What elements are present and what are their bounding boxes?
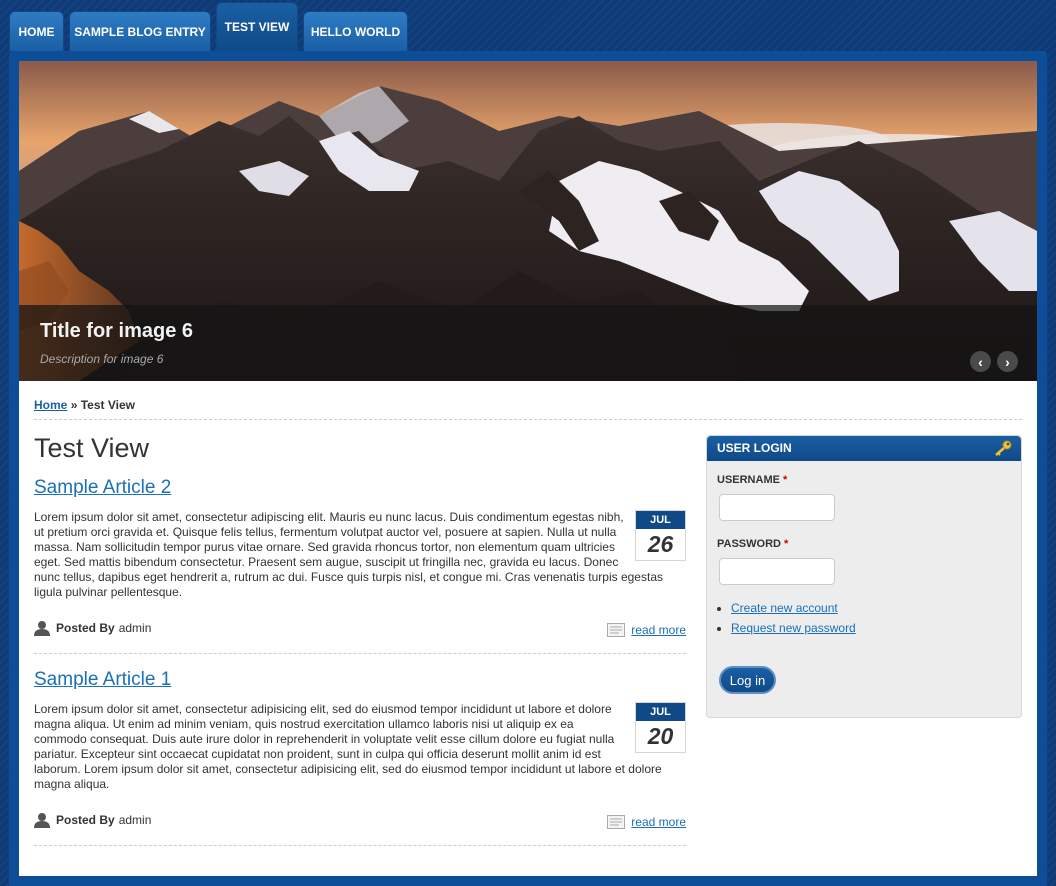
slide-title: Title for image 6 bbox=[40, 320, 194, 342]
login-button[interactable]: Log in bbox=[719, 666, 776, 694]
breadcrumb-separator: » bbox=[70, 398, 78, 412]
password-field[interactable] bbox=[719, 558, 835, 585]
document-icon bbox=[607, 623, 626, 637]
read-more-link[interactable]: read more bbox=[631, 623, 686, 637]
page-title: Test View bbox=[34, 433, 150, 463]
request-password-link[interactable]: Request new password bbox=[731, 621, 856, 635]
chevron-right-icon: › bbox=[1005, 353, 1010, 370]
date-month: JUL bbox=[636, 511, 685, 529]
read-more-link[interactable]: read more bbox=[631, 815, 686, 829]
date-badge: JUL 20 bbox=[635, 702, 686, 753]
tab-label: SAMPLE BLOG ENTRY bbox=[74, 24, 206, 39]
username-field[interactable] bbox=[719, 494, 835, 521]
key-icon bbox=[995, 440, 1012, 456]
tab-label: HOME bbox=[18, 24, 55, 39]
posted-by-label: Posted By bbox=[56, 813, 115, 827]
tab-label: TEST VIEW bbox=[224, 20, 290, 34]
list-item: Request new password bbox=[731, 621, 856, 635]
password-label: PASSWORD * bbox=[717, 538, 788, 550]
article-body: JUL 20 Lorem ipsum dolor sit amet, conse… bbox=[34, 702, 686, 792]
slideshow: Title for image 6 Description for image … bbox=[19, 61, 1037, 381]
date-badge: JUL 26 bbox=[635, 510, 686, 561]
article-body: JUL 26 Lorem ipsum dolor sit amet, conse… bbox=[34, 510, 686, 600]
breadcrumb: Home » Test View bbox=[34, 398, 135, 412]
breadcrumb-current: Test View bbox=[80, 398, 135, 412]
divider bbox=[34, 653, 686, 654]
divider bbox=[34, 845, 686, 846]
required-mark: * bbox=[784, 538, 789, 550]
divider bbox=[34, 419, 1022, 420]
article: Sample Article 1 JUL 20 Lorem ipsum dolo… bbox=[34, 669, 686, 849]
slide-description: Description for image 6 bbox=[40, 352, 164, 366]
article-meta: Posted By admin bbox=[34, 620, 151, 636]
list-item: Create new account bbox=[731, 601, 856, 615]
login-links: Create new account Request new password bbox=[731, 601, 856, 641]
document-icon bbox=[607, 815, 626, 829]
tab-hello-world[interactable]: HELLO WORLD bbox=[303, 11, 408, 51]
login-header: USER LOGIN bbox=[707, 436, 1021, 461]
tab-test-view[interactable]: TEST VIEW bbox=[216, 2, 298, 51]
tab-sample-blog-entry[interactable]: SAMPLE BLOG ENTRY bbox=[69, 11, 211, 51]
date-day: 26 bbox=[647, 531, 674, 557]
date-day: 20 bbox=[647, 723, 674, 749]
required-mark: * bbox=[783, 474, 788, 486]
article-text: Lorem ipsum dolor sit amet, consectetur … bbox=[34, 702, 662, 791]
slide-next-button[interactable]: › bbox=[997, 351, 1018, 372]
create-account-link[interactable]: Create new account bbox=[731, 601, 838, 615]
chevron-left-icon: ‹ bbox=[978, 353, 983, 370]
article-meta: Posted By admin bbox=[34, 812, 151, 828]
user-icon bbox=[34, 621, 50, 636]
tab-home[interactable]: HOME bbox=[9, 11, 64, 51]
article-author: admin bbox=[118, 621, 152, 635]
posted-by-label: Posted By bbox=[56, 621, 115, 635]
date-month: JUL bbox=[636, 703, 685, 721]
article-text: Lorem ipsum dolor sit amet, consectetur … bbox=[34, 510, 663, 599]
article-title-link[interactable]: Sample Article 1 bbox=[34, 669, 171, 691]
breadcrumb-home-link[interactable]: Home bbox=[34, 398, 67, 412]
article-title-link[interactable]: Sample Article 2 bbox=[34, 477, 171, 499]
slide-caption: Title for image 6 Description for image … bbox=[19, 305, 1037, 381]
user-icon bbox=[34, 813, 50, 828]
username-label-text: USERNAME bbox=[717, 474, 780, 486]
article: Sample Article 2 JUL 26 Lorem ipsum dolo… bbox=[34, 477, 686, 657]
username-label: USERNAME * bbox=[717, 474, 787, 486]
password-label-text: PASSWORD bbox=[717, 538, 781, 550]
content-area: Title for image 6 Description for image … bbox=[19, 61, 1037, 876]
read-more: read more bbox=[607, 815, 686, 829]
login-heading: USER LOGIN bbox=[717, 441, 792, 455]
user-login-block: USER LOGIN USERNAME * PASSWORD * Create … bbox=[706, 435, 1022, 718]
read-more: read more bbox=[607, 623, 686, 637]
tab-label: HELLO WORLD bbox=[310, 24, 401, 39]
slide-prev-button[interactable]: ‹ bbox=[970, 351, 991, 372]
article-author: admin bbox=[118, 813, 152, 827]
